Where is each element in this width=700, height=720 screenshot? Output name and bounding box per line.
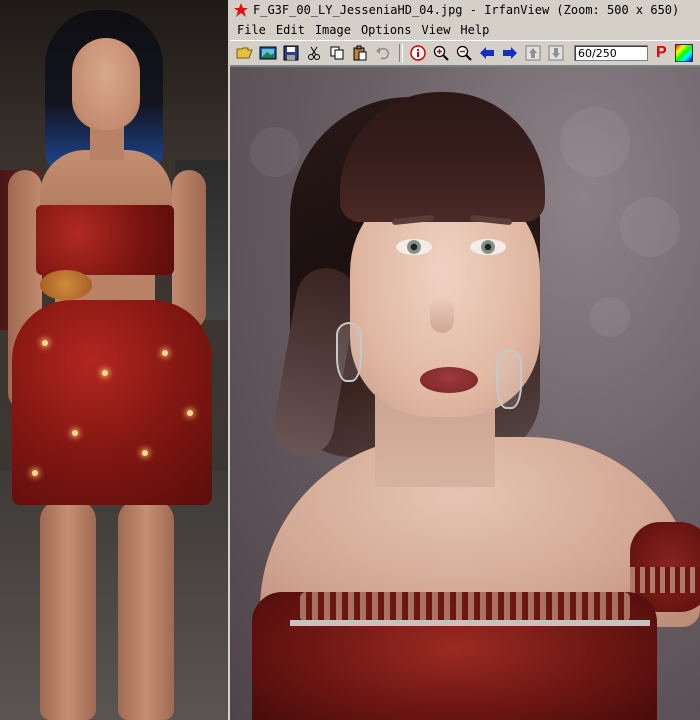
background-bokeh (560, 107, 630, 177)
image-canvas[interactable] (230, 66, 700, 720)
figure-cookies (40, 270, 92, 300)
skirt-sparkle (102, 370, 108, 376)
zoom-out-icon[interactable] (453, 42, 475, 64)
copy-icon[interactable] (326, 42, 348, 64)
menu-help[interactable]: Help (455, 23, 494, 37)
color-palette-icon[interactable] (674, 44, 693, 62)
first-file-icon[interactable] (522, 42, 544, 64)
background-bokeh (590, 297, 630, 337)
portrait-lips (420, 367, 478, 393)
skirt-sparkle (42, 340, 48, 346)
portrait-left-earring (336, 322, 362, 382)
paste-icon[interactable] (349, 42, 371, 64)
page-number-field[interactable]: 60/250 (574, 45, 648, 61)
figure-left-leg (40, 500, 96, 720)
skirt-sparkle (142, 450, 148, 456)
portrait-top-trim (290, 620, 650, 626)
toolbar: 60/250 P (230, 40, 700, 66)
menu-image[interactable]: Image (310, 23, 356, 37)
figure-red-top (36, 205, 174, 275)
open-folder-icon[interactable] (234, 42, 256, 64)
menu-file[interactable]: File (230, 23, 271, 37)
portrait-right-earring (496, 349, 522, 409)
menu-options[interactable]: Options (356, 23, 417, 37)
previous-arrow-icon[interactable] (476, 42, 498, 64)
figure-red-skirt (12, 300, 212, 505)
portrait-left-eye (396, 239, 432, 255)
title-bar[interactable]: F_G3F_00_LY_JesseniaHD_04.jpg - IrfanVie… (230, 0, 700, 20)
next-arrow-icon[interactable] (499, 42, 521, 64)
toolbar-separator (399, 44, 403, 62)
zoom-in-icon[interactable] (430, 42, 452, 64)
skirt-sparkle (32, 470, 38, 476)
figure-right-leg (118, 500, 174, 720)
skirt-sparkle (72, 430, 78, 436)
undo-icon[interactable] (372, 42, 394, 64)
save-icon[interactable] (280, 42, 302, 64)
portrait-sleeve-lace (630, 567, 700, 593)
window-title: F_G3F_00_LY_JesseniaHD_04.jpg - IrfanVie… (253, 3, 680, 17)
paint-icon[interactable]: P (656, 44, 667, 62)
menu-edit[interactable]: Edit (271, 23, 310, 37)
portrait-top-lace (300, 592, 630, 622)
menu-view[interactable]: View (417, 23, 456, 37)
portrait-iris (407, 240, 421, 254)
last-file-icon[interactable] (545, 42, 567, 64)
skirt-sparkle (162, 350, 168, 356)
background-floor (0, 470, 228, 720)
portrait-nose (430, 297, 454, 333)
menu-bar: File Edit Image Options View Help (230, 20, 700, 40)
irfanview-window: F_G3F_00_LY_JesseniaHD_04.jpg - IrfanVie… (228, 0, 700, 720)
left-render-image (0, 0, 228, 720)
skirt-sparkle (187, 410, 193, 416)
portrait-right-eye (470, 239, 506, 255)
slideshow-icon[interactable] (257, 42, 279, 64)
portrait-iris (481, 240, 495, 254)
background-bokeh (620, 197, 680, 257)
cut-icon[interactable] (303, 42, 325, 64)
figure-face (72, 38, 140, 130)
irfanview-app-icon[interactable] (233, 2, 249, 18)
info-icon[interactable] (407, 42, 429, 64)
background-bokeh (250, 127, 300, 177)
